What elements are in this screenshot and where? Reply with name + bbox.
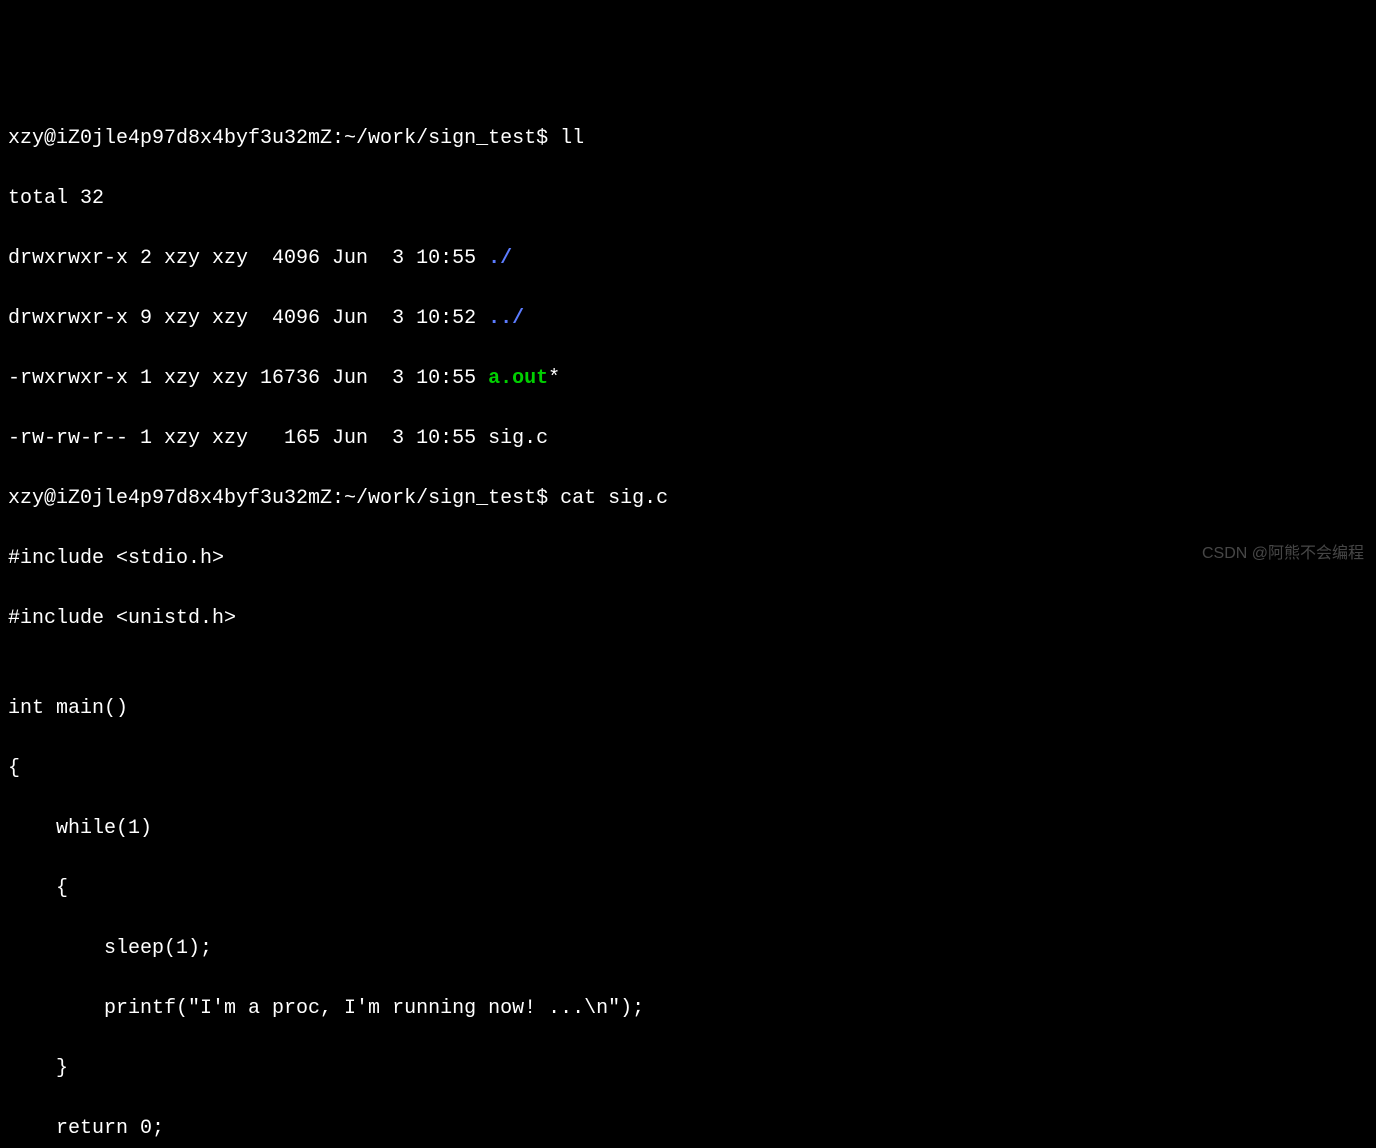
code-line: return 0; bbox=[8, 1114, 1368, 1144]
watermark: CSDN @阿熊不会编程 bbox=[1202, 542, 1364, 566]
code-line: while(1) bbox=[8, 814, 1368, 844]
code-line: { bbox=[8, 874, 1368, 904]
shell-prompt: xzy@iZ0jle4p97d8x4byf3u32mZ:~/work/sign_… bbox=[8, 487, 560, 510]
dir-name: ./ bbox=[488, 247, 512, 270]
shell-prompt: xzy@iZ0jle4p97d8x4byf3u32mZ:~/work/sign_… bbox=[8, 127, 560, 150]
dir-name: ../ bbox=[488, 307, 524, 330]
ll-row: -rw-rw-r-- 1 xzy xzy 165 Jun 3 10:55 sig… bbox=[8, 424, 1368, 454]
ll-row: drwxrwxr-x 9 xzy xzy 4096 Jun 3 10:52 ..… bbox=[8, 304, 1368, 334]
exec-name: a.out bbox=[488, 367, 548, 390]
command-text: cat sig.c bbox=[560, 487, 668, 510]
terminal-line: xzy@iZ0jle4p97d8x4byf3u32mZ:~/work/sign_… bbox=[8, 484, 1368, 514]
code-line: #include <unistd.h> bbox=[8, 604, 1368, 634]
exec-suffix: * bbox=[548, 367, 560, 390]
file-meta: drwxrwxr-x 2 xzy xzy 4096 Jun 3 10:55 bbox=[8, 247, 488, 270]
ll-row: drwxrwxr-x 2 xzy xzy 4096 Jun 3 10:55 ./ bbox=[8, 244, 1368, 274]
ll-row: -rwxrwxr-x 1 xzy xzy 16736 Jun 3 10:55 a… bbox=[8, 364, 1368, 394]
command-text: ll bbox=[560, 127, 584, 150]
terminal-line: xzy@iZ0jle4p97d8x4byf3u32mZ:~/work/sign_… bbox=[8, 124, 1368, 154]
code-line: printf("I'm a proc, I'm running now! ...… bbox=[8, 994, 1368, 1024]
ll-total: total 32 bbox=[8, 184, 1368, 214]
file-meta: drwxrwxr-x 9 xzy xzy 4096 Jun 3 10:52 bbox=[8, 307, 488, 330]
code-line: { bbox=[8, 754, 1368, 784]
code-line: } bbox=[8, 1054, 1368, 1084]
file-meta: -rwxrwxr-x 1 xzy xzy 16736 Jun 3 10:55 bbox=[8, 367, 488, 390]
code-line: int main() bbox=[8, 694, 1368, 724]
code-line: sleep(1); bbox=[8, 934, 1368, 964]
code-line: #include <stdio.h> bbox=[8, 544, 1368, 574]
